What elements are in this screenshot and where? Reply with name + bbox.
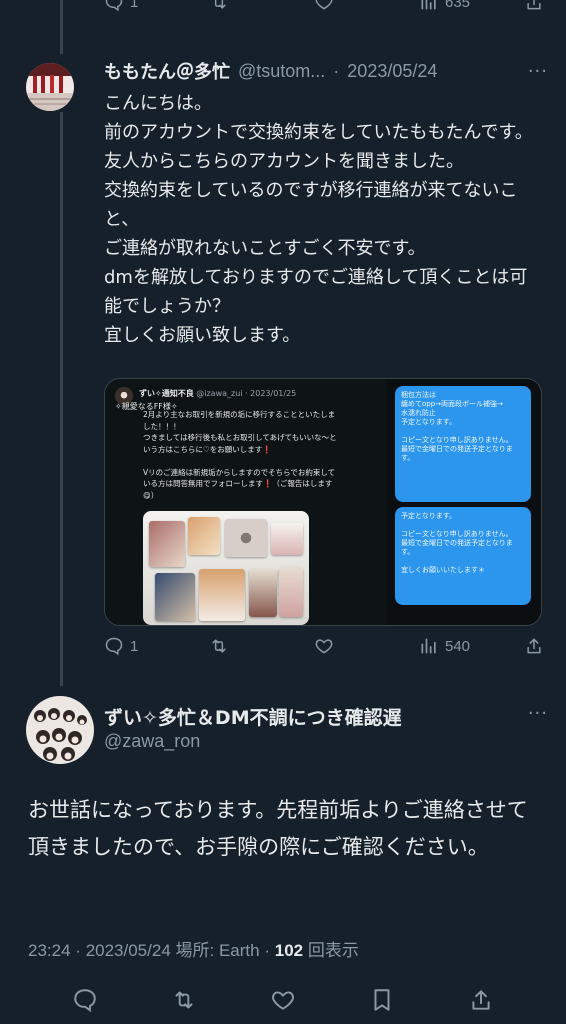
previous-tweet-actions: 1 635	[104, 0, 544, 12]
share-icon	[524, 636, 544, 656]
like-icon	[314, 636, 334, 656]
views-count: 102	[274, 941, 304, 960]
media-screenshot-right: 梱包方法は 纏めてopp→両面段ボール補強→ 水濡れ防止 予定となります。 コピ…	[387, 379, 541, 625]
handle[interactable]: @tsutom...	[238, 61, 325, 82]
separator-dot: ·	[75, 941, 81, 960]
avatar-image	[26, 696, 94, 764]
photo-card	[188, 517, 220, 555]
share-button[interactable]	[524, 636, 544, 656]
photo-card	[249, 569, 277, 617]
reply-icon	[104, 636, 124, 656]
retweet-icon	[209, 636, 229, 656]
like-icon[interactable]	[270, 987, 296, 1013]
tweet-meta: 23:24 · 2023/05/24 場所: Earth · 102 回表示	[28, 936, 359, 961]
more-icon[interactable]: ···	[528, 61, 548, 82]
media-screenshot-left: ずい✧通知不良 @izawa_zui · 2023/01/25 ✧親愛なるFF様…	[105, 379, 387, 625]
share-icon	[524, 0, 544, 12]
photo-card	[149, 521, 185, 567]
retweet-icon[interactable]	[171, 987, 197, 1013]
views-count: 540	[445, 637, 471, 655]
like-button[interactable]	[314, 0, 386, 12]
photo-card	[155, 573, 195, 621]
tweet-date[interactable]: 2023/05/24	[347, 61, 437, 82]
mini-header: ずい✧通知不良 @izawa_zui · 2023/01/25	[139, 388, 296, 399]
tweet-text: こんにちは。 前のアカウントで交換約束をしていたももたんです。 友人からこちらの…	[104, 93, 533, 346]
more-icon[interactable]: ···	[528, 703, 548, 724]
mini-display-name: ずい✧通知不良	[139, 389, 194, 398]
tweet-date: 2023/05/24	[85, 941, 171, 960]
thread-line-bottom	[60, 112, 63, 686]
handle[interactable]: @zawa_ron	[104, 731, 200, 752]
tweet-media[interactable]: ずい✧通知不良 @izawa_zui · 2023/01/25 ✧親愛なるFF様…	[104, 378, 542, 626]
views-label: 回表示	[307, 941, 359, 960]
mini-handle-date: @izawa_zui · 2023/01/25	[196, 389, 297, 398]
retweet-button[interactable]	[209, 0, 281, 12]
tweet-header: ももたん＠多忙 @tsutom... · 2023/05/24 ···	[104, 58, 548, 84]
tweet-detail-actions	[0, 983, 566, 1017]
avatar[interactable]	[26, 696, 94, 764]
views-button[interactable]: 540	[419, 636, 491, 656]
reply-count: 1	[130, 0, 139, 11]
views-icon	[419, 0, 439, 12]
views-icon	[419, 636, 439, 656]
bookmark-icon[interactable]	[369, 987, 395, 1013]
thread-line-top	[60, 0, 63, 54]
tweet-time: 23:24	[28, 941, 71, 960]
tweet-actions: 1 540	[104, 636, 544, 656]
reply-icon	[104, 0, 124, 12]
retweet-button[interactable]	[209, 636, 281, 656]
share-button[interactable]	[524, 0, 544, 12]
avatar[interactable]	[26, 63, 74, 111]
reply-button[interactable]: 1	[104, 636, 176, 656]
display-name[interactable]: ももたん＠多忙	[104, 58, 230, 84]
share-icon[interactable]	[468, 987, 494, 1013]
reply-icon[interactable]	[72, 987, 98, 1013]
avatar-image	[26, 63, 74, 111]
separator-dot: ·	[264, 941, 271, 960]
tweet-text: お世話になっております。先程前垢よりご連絡させて頂きましたので、お手隙の際にご確…	[28, 798, 528, 859]
message-bubble: 予定となります。 コピー文となり申し訳ありません。 最短で金曜日での発送予定とな…	[395, 507, 531, 605]
like-button[interactable]	[314, 636, 386, 656]
photo-card	[279, 567, 303, 617]
like-icon	[314, 0, 334, 12]
mini-photo	[143, 511, 309, 625]
message-bubble: 梱包方法は 纏めてopp→両面段ボール補強→ 水濡れ防止 予定となります。 コピ…	[395, 386, 531, 502]
photo-card	[199, 569, 245, 621]
mini-tweet-text: 2月より主なお取引を新規の垢に移行することといたしました！！！ つきましては移行…	[143, 410, 337, 500]
reply-count: 1	[130, 637, 139, 655]
photo-card	[271, 523, 303, 555]
retweet-icon	[209, 0, 229, 12]
views-button[interactable]: 635	[419, 0, 491, 12]
views-count: 635	[445, 0, 471, 11]
photo-card	[225, 519, 267, 557]
reply-button[interactable]: 1	[104, 0, 176, 12]
display-name[interactable]: ずい✧多忙＆DM不調につき確認遅	[104, 703, 402, 730]
separator-dot: ·	[333, 60, 340, 81]
tweet-location: 場所: Earth	[175, 941, 260, 960]
